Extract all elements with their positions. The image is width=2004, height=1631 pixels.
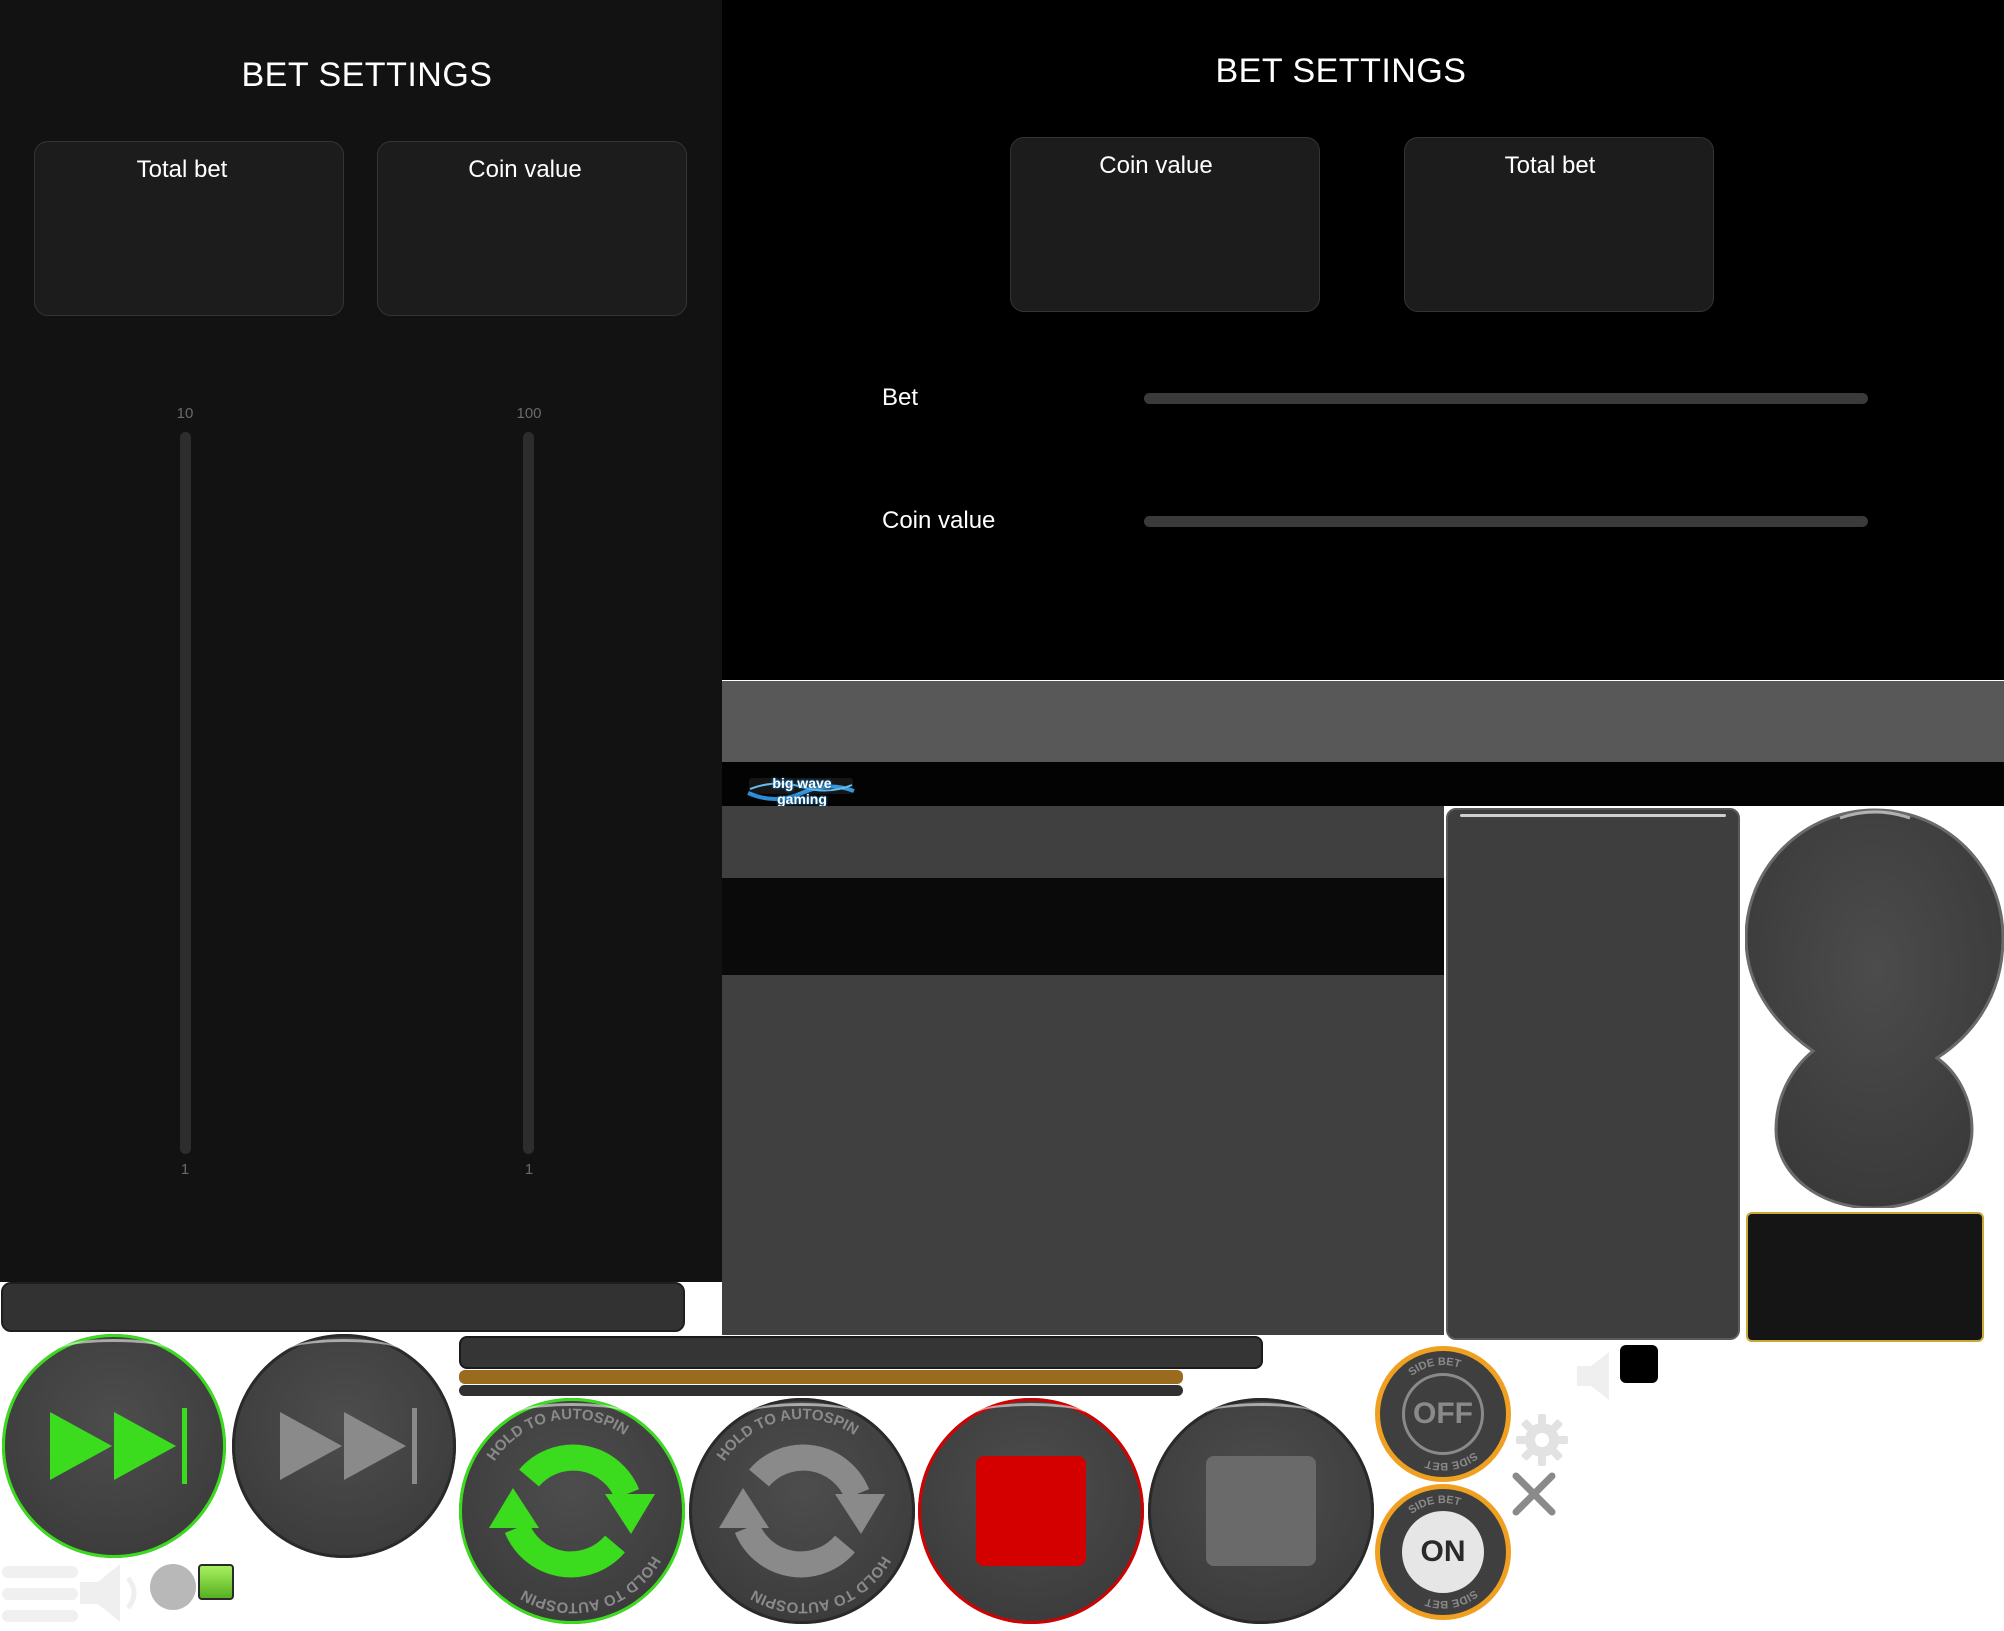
coin-value-slider[interactable] [523,432,534,1154]
green-indicator [198,1564,234,1600]
coin-value-box: Coin value [1010,137,1320,312]
bet-slider[interactable] [1144,393,1868,404]
side-bet-off-label: OFF [1402,1373,1484,1455]
autospin-button-inactive[interactable]: HOLD TO AUTOSPIN HOLD TO AUTOSPIN [689,1398,915,1624]
total-bet-slider[interactable] [180,432,191,1154]
autospin-button-active[interactable]: HOLD TO AUTOSPIN HOLD TO AUTOSPIN [459,1398,685,1624]
coin-value-box: Coin value [377,141,687,316]
stop-button-inactive[interactable] [1148,1398,1374,1624]
stop-icon [1206,1456,1316,1566]
side-bet-off-button[interactable]: SIDE BET SIDE BET OFF [1375,1346,1511,1482]
logo-bar: big wave gaming [722,762,2004,807]
tall-side-panel [1446,808,1740,1340]
toggle-knob[interactable] [150,1564,196,1610]
turbo-button-inactive[interactable] [232,1334,456,1558]
coin-value-label: Coin value [468,156,582,183]
turbo-button-active[interactable] [2,1334,226,1558]
black-square-indicator [1620,1345,1658,1383]
large-grey-panel [722,975,1444,1335]
close-icon[interactable] [1510,1470,1558,1518]
coin-value-slider[interactable] [1144,516,1868,527]
autospin-icon: HOLD TO AUTOSPIN HOLD TO AUTOSPIN [484,1406,664,1616]
total-bet-box: Total bet [1404,137,1714,312]
coin-value-max-tick: 100 [516,405,542,422]
speaker-icon[interactable] [78,1560,150,1626]
stop-icon [976,1456,1086,1566]
big-wave-gaming-logo: big wave gaming [746,771,856,807]
progress-bar-frame [459,1336,1263,1369]
autospin-icon: HOLD TO AUTOSPIN HOLD TO AUTOSPIN [714,1406,894,1616]
progress-bar-track [459,1385,1183,1396]
coin-value-row-label: Coin value [882,507,996,534]
right-bet-settings-panel: BET SETTINGS Coin value Total bet Bet Co… [722,0,2004,680]
dual-circle-button[interactable] [1744,808,2004,1210]
stop-button-active[interactable] [918,1398,1144,1624]
left-bet-settings-panel: BET SETTINGS Total bet Coin value 10 1 1… [0,0,722,1282]
side-bet-on-button[interactable]: SIDE BET SIDE BET ON [1375,1484,1511,1620]
speaker-icon[interactable] [1575,1350,1625,1402]
menu-icon[interactable] [2,1566,78,1622]
panel-title: BET SETTINGS [241,56,493,94]
total-bet-box: Total bet [34,141,344,316]
black-strip [722,878,1444,975]
coin-value-label: Coin value [1099,152,1213,179]
fast-forward-icon [50,1408,187,1484]
grey-bar [722,681,2004,762]
total-bet-label: Total bet [1504,152,1596,179]
progress-bar-gold [459,1370,1183,1384]
logo-text: big wave gaming [772,775,832,807]
gear-icon[interactable] [1512,1410,1572,1470]
panel-title: BET SETTINGS [1215,52,1467,90]
info-box [1746,1212,1984,1342]
fast-forward-icon [280,1408,417,1484]
bottom-bar [1,1282,685,1332]
bet-row-label: Bet [882,384,919,411]
coin-value-min-tick: 1 [524,1161,534,1178]
total-bet-min-tick: 1 [180,1161,190,1178]
panel-highlight [1460,814,1726,817]
dark-grey-strip [722,806,1444,878]
side-bet-on-label: ON [1402,1511,1484,1593]
total-bet-label: Total bet [136,156,228,183]
total-bet-max-tick: 10 [176,405,194,422]
